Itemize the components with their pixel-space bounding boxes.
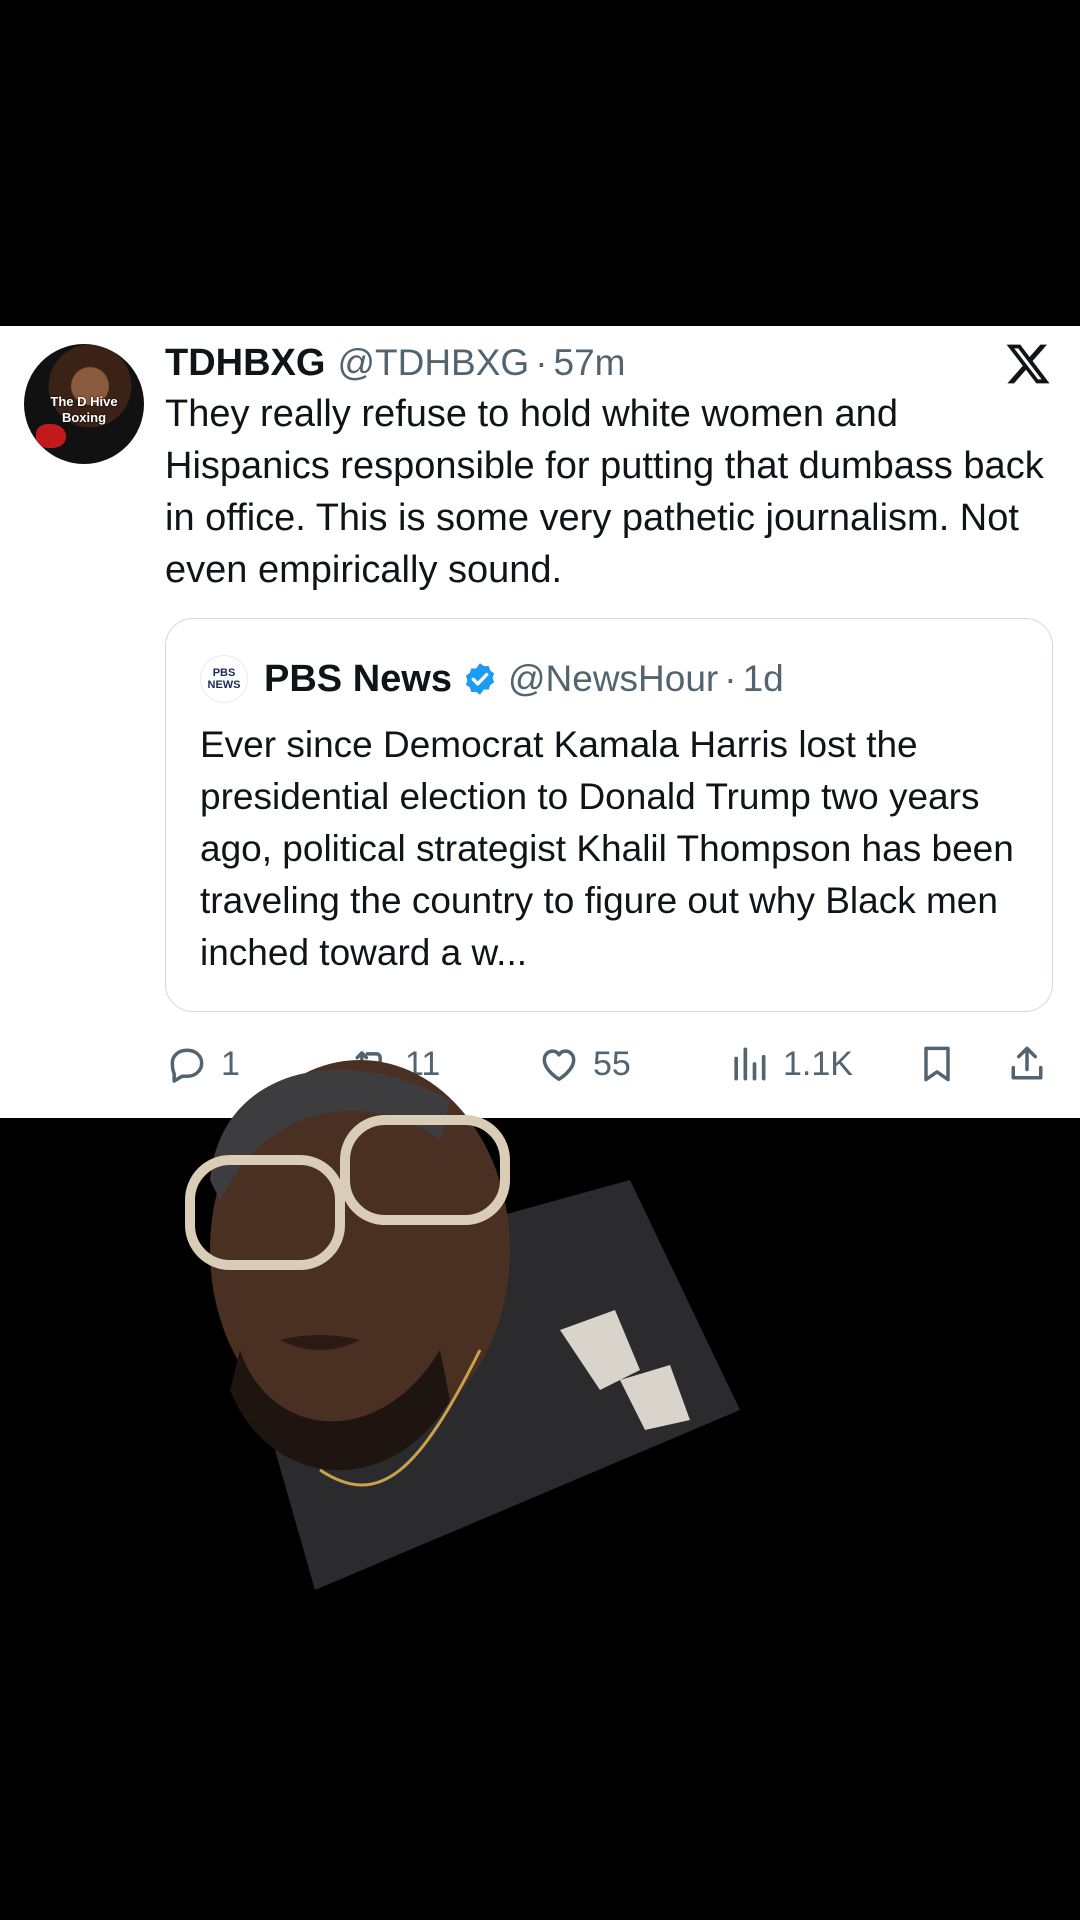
- author-handle[interactable]: @TDHBXG: [337, 342, 529, 384]
- x-logo-icon: [1006, 344, 1050, 384]
- quoted-tweet-text: Ever since Democrat Kamala Harris lost t…: [200, 724, 1014, 973]
- views-count: 1.1K: [783, 1044, 853, 1083]
- tweet-text: They really refuse to hold white women a…: [165, 393, 1044, 591]
- share-icon: [1011, 1046, 1043, 1080]
- quoted-author-handle[interactable]: @NewsHour: [508, 658, 718, 700]
- avatar-line-1: The D Hive: [50, 394, 118, 409]
- separator-dot: ·: [535, 342, 548, 383]
- quoted-separator-dot: ·: [724, 658, 737, 699]
- bookmark-icon: [924, 1046, 950, 1082]
- verified-badge-icon: [465, 663, 495, 695]
- quoted-tweet[interactable]: PBS NEWS PBS News @NewsHour · 1d Ever si…: [165, 618, 1053, 1012]
- pbs-logo-line-1: PBS: [212, 667, 236, 679]
- quoted-tweet-time[interactable]: 1d: [743, 658, 784, 700]
- bookmark-button[interactable]: [915, 1034, 959, 1094]
- quoted-author-name[interactable]: PBS News: [264, 658, 452, 701]
- views-button[interactable]: 1.1K: [727, 1034, 853, 1094]
- pbs-news-avatar[interactable]: PBS NEWS: [200, 655, 248, 703]
- pbs-logo-line-2: NEWS: [207, 679, 241, 691]
- author-name[interactable]: TDHBXG: [165, 342, 325, 385]
- quoted-tweet-header: PBS NEWS PBS News @NewsHour · 1d: [200, 653, 784, 705]
- glasses-bridge: [335, 1187, 350, 1203]
- tweet-header: TDHBXG @TDHBXG · 57m: [165, 340, 626, 386]
- avatar-line-2: Boxing: [61, 410, 107, 425]
- boxing-glove-icon: [36, 424, 66, 448]
- share-button[interactable]: [1005, 1034, 1049, 1094]
- tweet-time[interactable]: 57m: [554, 342, 626, 384]
- author-avatar[interactable]: The D Hive Boxing: [24, 344, 144, 464]
- creator-video-overlay: [185, 1060, 740, 1590]
- tweet-card[interactable]: The D Hive Boxing TDHBXG @TDHBXG · 57m T…: [0, 326, 1080, 1118]
